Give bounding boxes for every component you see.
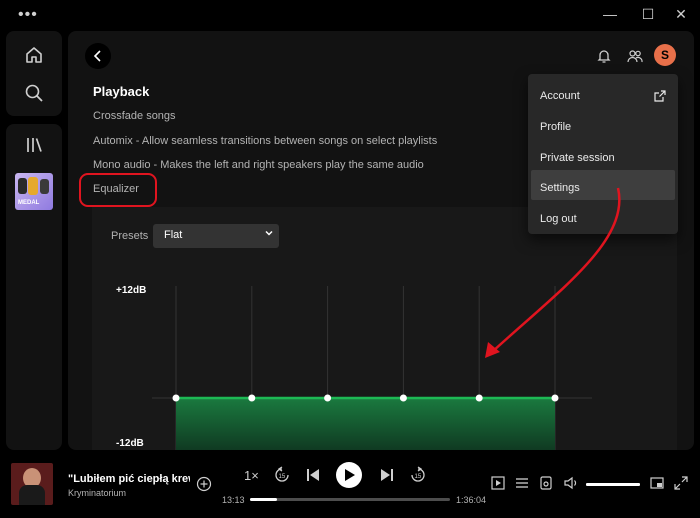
menu-item-label: Account [540,90,580,102]
menu-item-account[interactable]: Account [531,78,675,108]
fullscreen-icon[interactable] [674,476,688,490]
connect-device-icon[interactable] [539,476,553,490]
playlist-cover[interactable]: MEDAL [15,173,53,210]
eq-band-handle[interactable] [324,394,332,402]
sidebar-library: MEDAL [6,124,62,450]
setting-automix: Automix - Allow seamless transitions bet… [93,135,438,147]
search-icon[interactable] [24,83,44,103]
menu-item-private-session[interactable]: Private session [531,140,675,170]
album-art[interactable] [11,463,53,505]
equalizer-annotation-box [79,173,157,207]
db-bottom-label: -12dB [116,438,144,449]
home-icon[interactable] [24,45,44,65]
svg-text:15: 15 [279,474,286,480]
external-link-icon [654,90,666,102]
mini-player-icon[interactable] [650,476,664,490]
setting-mono-audio: Mono audio - Makes the left and right sp… [93,159,424,171]
title-bar: ••• — ☐ ✕ [0,0,700,30]
now-playing-view-icon[interactable] [491,476,505,490]
playback-speed-button[interactable]: 1× [244,468,259,483]
menu-item-settings[interactable]: Settings [531,170,675,200]
track-artist[interactable]: Kryminatorium [68,488,126,498]
playlist-cover-text: MEDAL [18,200,40,206]
volume-icon[interactable] [564,476,580,490]
friends-icon [627,50,643,63]
library-icon[interactable] [24,135,44,155]
time-elapsed: 13:13 [222,495,245,505]
progress-bar[interactable] [250,498,450,501]
friend-activity-button[interactable] [622,43,648,69]
equalizer-fill [176,398,555,450]
setting-crossfade: Crossfade songs [93,110,176,122]
eq-band-handle[interactable] [551,394,559,402]
forward-15-icon[interactable]: 15 [409,466,427,484]
minimize-button[interactable]: — [600,6,620,22]
profile-menu: Account Profile Private session Settings… [528,74,678,234]
volume-fill [586,483,640,486]
menu-item-label: Profile [540,121,572,133]
menu-item-label: Log out [540,213,577,225]
db-top-label: +12dB [116,285,147,296]
eq-band-handle[interactable] [399,394,407,402]
chevron-down-icon [265,230,273,236]
maximize-button[interactable]: ☐ [638,6,658,23]
eq-band-handle[interactable] [475,394,483,402]
eq-band-handle[interactable] [248,394,256,402]
time-total: 1:36:04 [456,495,487,505]
presets-label: Presets [111,230,149,242]
volume-slider[interactable] [586,483,640,486]
play-icon [345,469,355,481]
queue-icon[interactable] [515,476,529,490]
previous-track-icon[interactable] [306,468,320,482]
eq-band-handle[interactable] [172,394,180,402]
rewind-15-icon[interactable]: 15 [273,466,291,484]
next-track-icon[interactable] [380,468,394,482]
menu-item-label: Settings [540,182,580,194]
play-button[interactable] [336,462,362,488]
section-title-playback: Playback [93,84,150,99]
back-button[interactable] [85,43,111,69]
preset-value: Flat [164,229,183,241]
close-button[interactable]: ✕ [671,6,691,23]
app-menu-button[interactable]: ••• [18,6,38,24]
preset-dropdown[interactable]: Flat [153,224,279,248]
avatar[interactable]: S [654,44,676,66]
menu-item-profile[interactable]: Profile [531,109,675,139]
svg-text:15: 15 [415,474,422,480]
notifications-button[interactable] [591,43,617,69]
menu-item-label: Private session [540,152,615,164]
add-to-library-icon[interactable] [196,476,212,492]
progress-fill [250,498,278,501]
equalizer-graph[interactable] [152,286,612,450]
track-title[interactable]: "Lubiłem pić ciepłą krew [68,473,190,485]
bell-icon [597,50,611,63]
sidebar-nav [6,31,62,116]
back-arrow-icon [93,50,101,62]
menu-item-log-out[interactable]: Log out [531,201,675,231]
